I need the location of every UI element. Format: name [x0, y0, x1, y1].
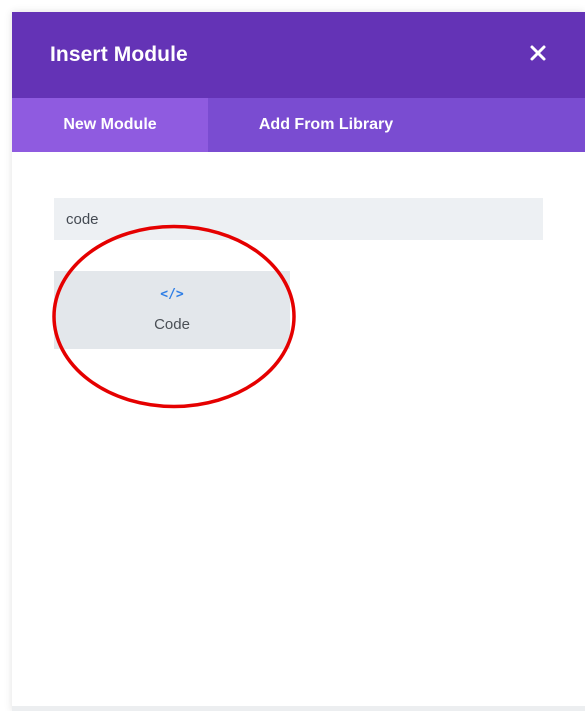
modal-tabs: New Module Add From Library	[12, 98, 585, 152]
code-icon: </>	[160, 287, 184, 302]
modal-title: Insert Module	[50, 43, 188, 66]
module-card-code[interactable]: </> Code	[54, 271, 290, 349]
tab-new-module[interactable]: New Module	[12, 98, 208, 152]
modal-header: Insert Module	[12, 12, 585, 98]
close-icon[interactable]	[523, 38, 553, 68]
module-label: Code	[154, 316, 190, 333]
tab-add-from-library[interactable]: Add From Library	[208, 98, 430, 152]
close-icon-glyph	[530, 45, 546, 61]
module-search-input[interactable]	[54, 198, 543, 240]
modal-bottom-edge	[12, 706, 585, 711]
insert-module-modal: Insert Module New Module Add From Librar…	[12, 12, 585, 711]
